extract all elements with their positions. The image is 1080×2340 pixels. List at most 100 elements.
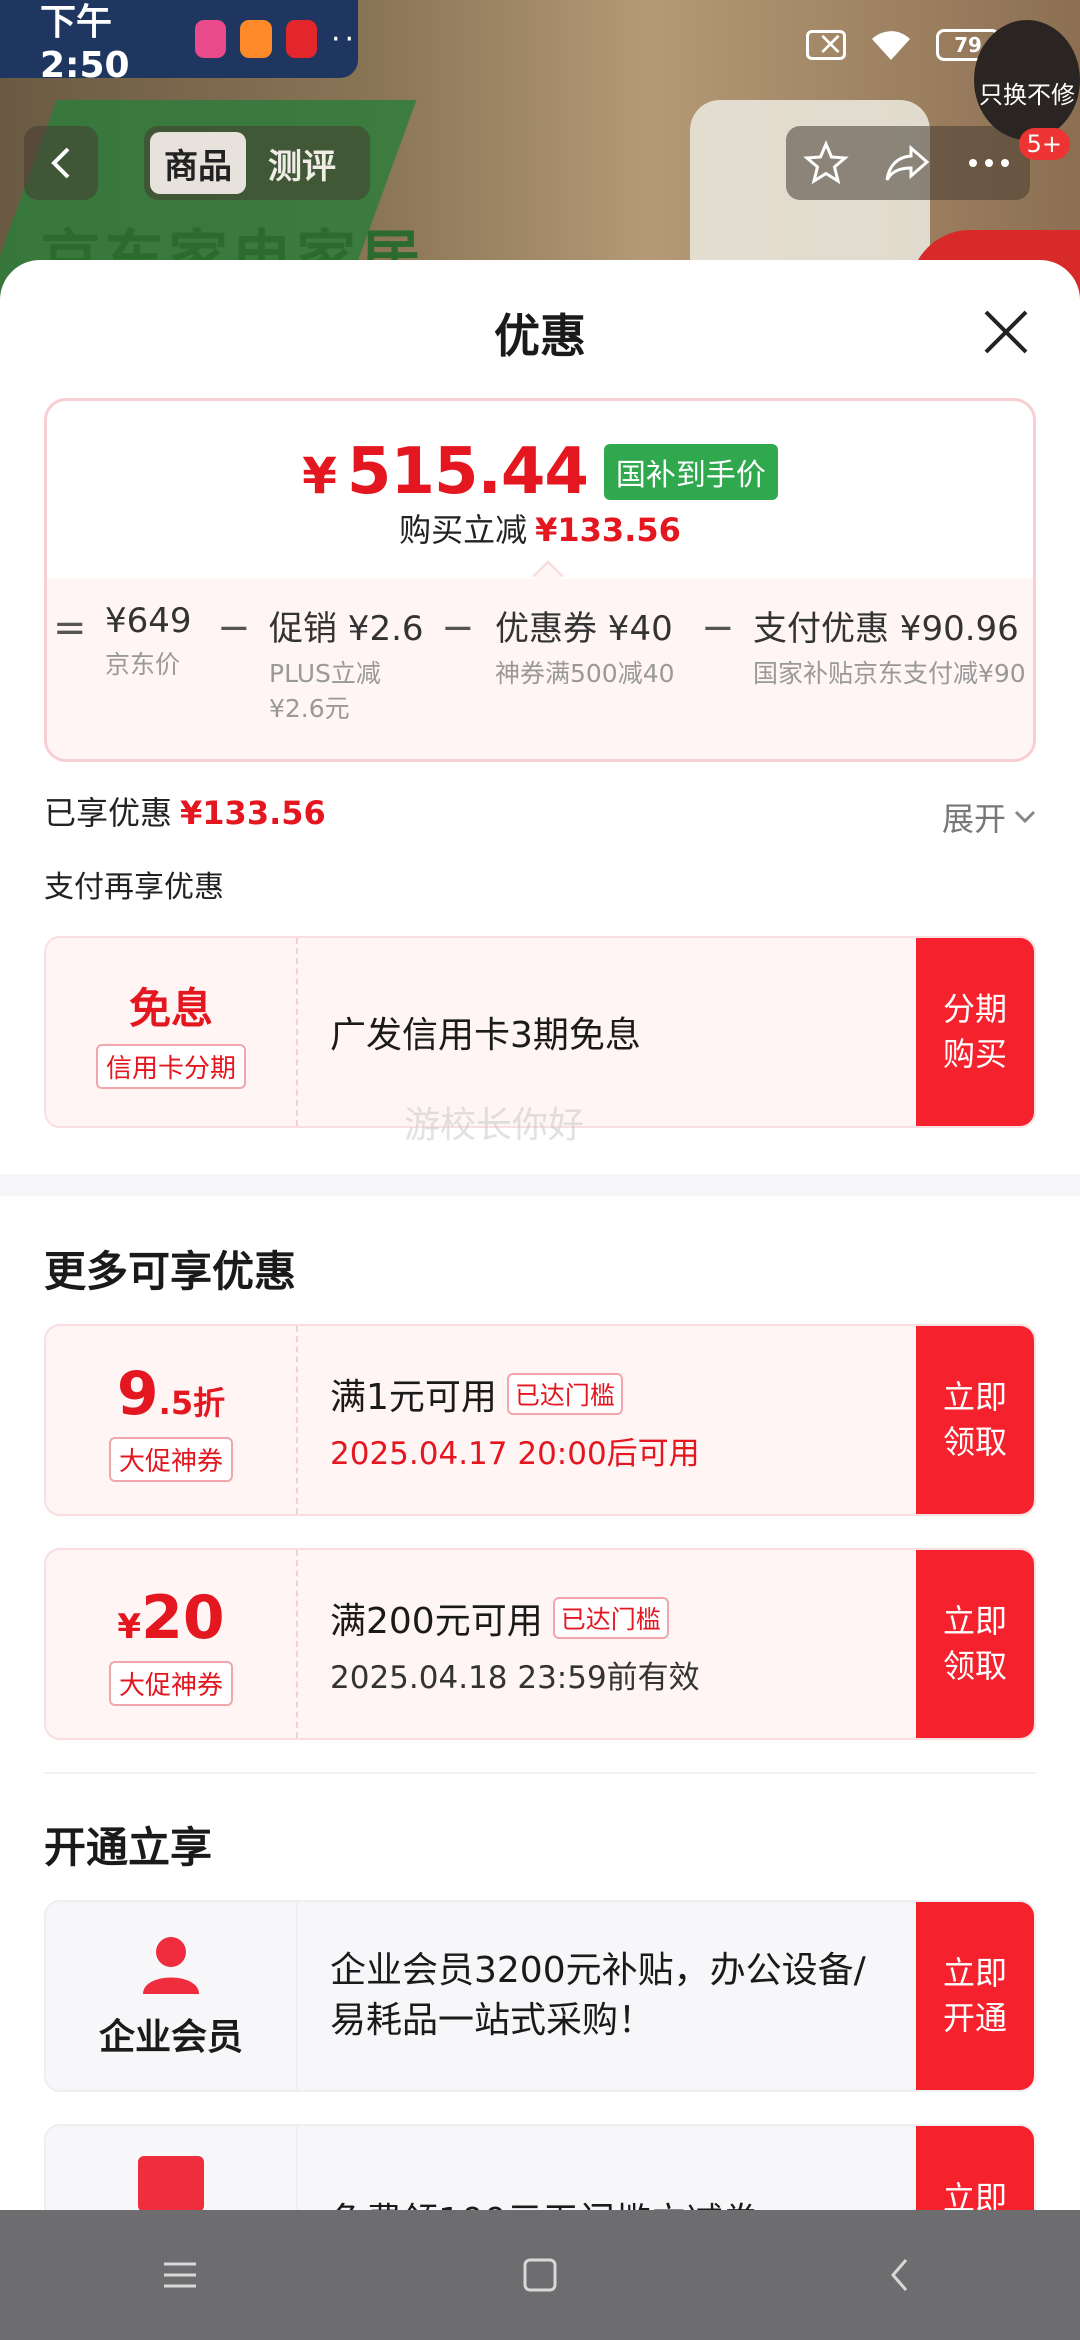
open-membership-button[interactable]: 立即开通	[916, 1902, 1034, 2090]
membership-info: 企业会员3200元补贴，办公设备/易耗品一站式采购！	[330, 1902, 890, 2090]
coupon-amount: 9.5折	[117, 1359, 225, 1429]
calc-coupon: 优惠券 ¥40 神券满500减40	[495, 601, 675, 691]
coupon-validity: 2025.04.18 23:59前有效	[330, 1659, 700, 1696]
coupon-condition: 满1元可用 已达门槛	[330, 1368, 700, 1420]
enjoyed-label: 已享优惠	[44, 794, 173, 832]
installment-title: 广发信用卡3期免息	[330, 1015, 641, 1056]
calc-note: PLUS立减 ¥2.6元	[269, 659, 381, 723]
share-icon[interactable]	[883, 140, 931, 186]
calc-main: ¥649	[105, 601, 192, 641]
product-tabs: 商品 测评	[144, 126, 370, 200]
minus-operator: −	[217, 605, 251, 651]
tab-product[interactable]: 商品	[150, 132, 246, 194]
calc-note: 神券满500减40	[495, 659, 675, 688]
notification-count-badge: 5+	[1018, 128, 1070, 160]
coupon-type-tag: 大促神券	[108, 1436, 233, 1482]
open-membership-button[interactable]: 立即	[916, 2126, 1034, 2210]
back-icon	[891, 2259, 908, 2291]
corner-badge: 只换不修	[974, 20, 1080, 140]
expand-label: 展开	[941, 800, 1006, 838]
system-back-button[interactable]	[870, 2245, 930, 2305]
section-divider	[0, 1174, 1080, 1196]
equals-operator: =	[53, 605, 87, 651]
discount-sheet: 优惠 ¥ 515.44 国补到手价 购买立减 ¥133.56 = ¥649 京东价…	[0, 260, 1080, 2210]
coupon-card: ¥20 大促神券 满200元可用 已达门槛 2025.04.18 23:59前有效…	[44, 1548, 1036, 1740]
calc-main: 促销 ¥2.6	[269, 609, 424, 649]
menu-icon	[164, 2262, 196, 2288]
tmall-icon	[285, 20, 317, 58]
claim-coupon-button[interactable]: 立即领取	[916, 1326, 1034, 1514]
thin-divider	[44, 1772, 1036, 1774]
coupon-title: 满1元可用	[330, 1376, 497, 1418]
minus-operator: −	[701, 605, 735, 651]
menu-button[interactable]	[150, 2245, 210, 2305]
home-button[interactable]	[510, 2245, 570, 2305]
price-currency: ¥	[302, 447, 337, 505]
more-notifications-icon: ··	[330, 21, 359, 57]
sheet-title: 优惠	[494, 309, 586, 363]
calc-promotion: 促销 ¥2.6 PLUS立减 ¥2.6元	[269, 601, 424, 726]
no-sim-icon	[806, 24, 846, 62]
more-icon[interactable]	[965, 153, 1013, 173]
enjoyed-value: ¥133.56	[180, 794, 326, 832]
membership-label: 企业会员	[98, 2017, 243, 2058]
coupon-type-tag: 大促神券	[108, 1660, 233, 1706]
star-icon[interactable]	[803, 140, 849, 186]
membership-card: 免费领100元无门槛立减券 立即	[44, 2124, 1036, 2210]
status-right: 79	[806, 24, 1000, 62]
coupon-value-suffix: .5折	[158, 1383, 226, 1422]
price-breakdown-card: ¥ 515.44 国补到手价 购买立减 ¥133.56 = ¥649 京东价 − …	[44, 398, 1036, 762]
status-time: 下午2:50	[40, 1, 130, 86]
coupon-value: ¥20 大促神券	[46, 1550, 298, 1738]
final-price: 515.44	[346, 435, 589, 509]
enjoyed-discount: 已享优惠 ¥133.56	[44, 788, 326, 834]
membership-desc: 免费领100元无门槛立减券	[330, 2192, 759, 2210]
interest-free-label: 免息	[128, 984, 213, 1033]
coupon-info: 满200元可用 已达门槛 2025.04.18 23:59前有效	[330, 1550, 700, 1738]
open-membership-title: 开通立享	[44, 1823, 213, 1872]
subsidy-price-tag: 国补到手价	[603, 444, 778, 500]
minus-operator: −	[441, 605, 475, 651]
gift-app-icon	[195, 20, 227, 58]
calc-jd-price: ¥649 京东价	[105, 601, 192, 682]
membership-card: 企业会员 企业会员3200元补贴，办公设备/易耗品一站式采购！ 立即开通	[44, 1900, 1036, 2092]
coupon-currency: ¥	[117, 1606, 142, 1647]
membership-badge: 企业会员	[46, 1902, 298, 2090]
calc-note: 京东价	[105, 650, 181, 679]
tab-review[interactable]: 测评	[254, 132, 350, 194]
person-icon	[143, 1937, 199, 1994]
expand-button[interactable]: 展开	[942, 794, 1036, 840]
coupon-amount: ¥20	[117, 1583, 224, 1653]
price-calculation-row: = ¥649 京东价 − 促销 ¥2.6 PLUS立减 ¥2.6元 − 优惠券 …	[47, 579, 1033, 759]
claim-coupon-button[interactable]: 立即领取	[916, 1550, 1034, 1738]
reduction-label: 购买立减	[399, 511, 528, 549]
installment-buy-button[interactable]: 分期购买	[916, 938, 1034, 1126]
final-price-row: ¥ 515.44 国补到手价	[47, 435, 1033, 509]
home-square-icon	[523, 2258, 557, 2292]
pay-more-label: 支付再享优惠	[44, 870, 224, 905]
card-icon	[138, 2156, 204, 2210]
calc-note: 国家补贴京东支付减¥90	[753, 659, 1026, 688]
calc-main: 优惠券 ¥40	[495, 609, 673, 649]
coupon-info: 满1元可用 已达门槛 2025.04.17 20:00后可用	[330, 1326, 700, 1514]
header-actions	[786, 126, 1030, 200]
close-icon[interactable]	[976, 302, 1036, 362]
watermark: 游校长你好	[404, 1105, 585, 1146]
membership-info: 免费领100元无门槛立减券	[330, 2126, 759, 2210]
system-navigation-bar	[0, 2210, 1080, 2340]
calc-main: 支付优惠 ¥90.96	[753, 609, 1019, 649]
back-button[interactable]	[24, 126, 98, 200]
coupon-validity: 2025.04.17 20:00后可用	[330, 1435, 700, 1472]
membership-badge	[46, 2126, 298, 2210]
coupon-value: 9.5折 大促神券	[46, 1326, 298, 1514]
instant-reduction: 购买立减 ¥133.56	[47, 505, 1033, 551]
credit-card-installment-tag: 信用卡分期	[95, 1044, 246, 1089]
threshold-met-tag: 已达门槛	[506, 1372, 623, 1415]
coupon-title: 满200元可用	[330, 1600, 543, 1642]
membership-desc: 企业会员3200元补贴，办公设备/易耗品一站式采购！	[330, 1949, 866, 2041]
threshold-met-tag: 已达门槛	[552, 1596, 669, 1639]
chevron-down-icon	[1014, 810, 1036, 824]
more-discounts-title: 更多可享优惠	[44, 1247, 297, 1296]
taobao-icon	[240, 20, 272, 58]
calc-payment-discount: 支付优惠 ¥90.96 国家补贴京东支付减¥90	[753, 601, 1026, 691]
